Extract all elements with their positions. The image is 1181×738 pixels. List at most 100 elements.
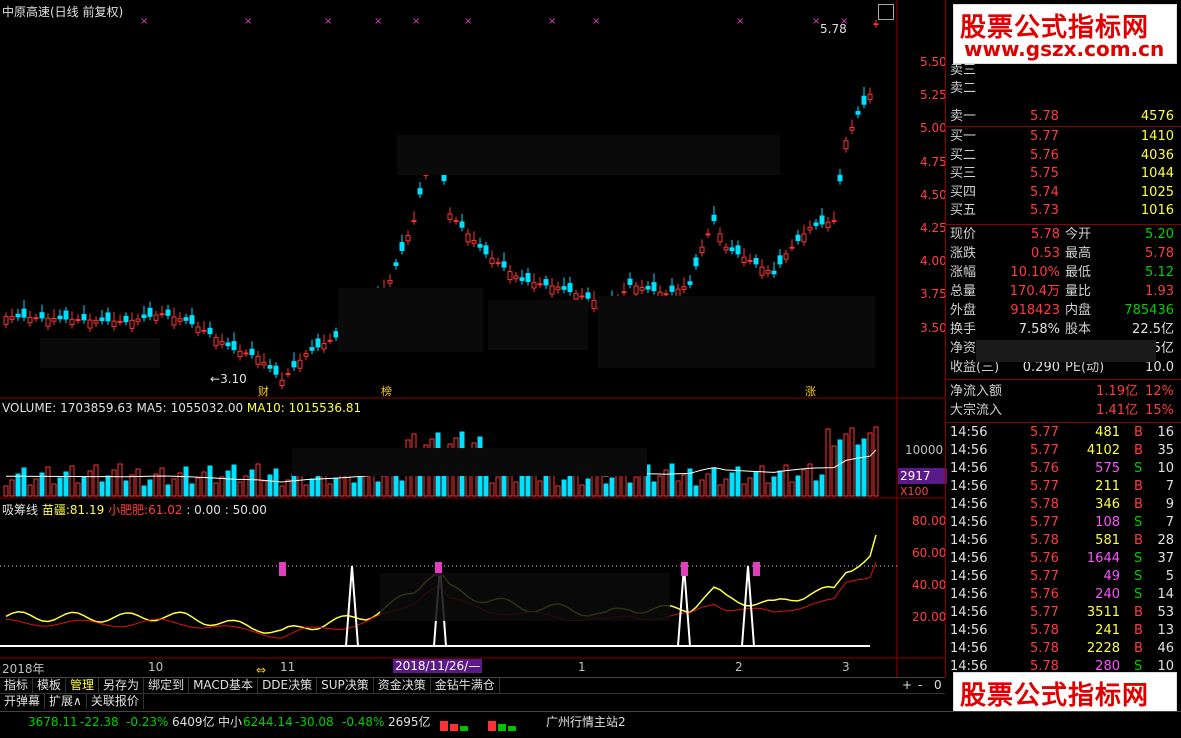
volume-value: 1703859.63	[60, 401, 133, 415]
bid-row[interactable]: 买二 5.76 4036	[950, 147, 1178, 165]
tick-row: 14:56 5.77 481 B 16	[950, 424, 1178, 442]
candle-body	[267, 365, 273, 369]
event-marker-finance[interactable]: 财	[258, 383, 269, 399]
tick-price: 5.77	[1030, 569, 1059, 584]
tick-row: 14:56 5.76 240 S 14	[950, 586, 1178, 604]
candle-body	[93, 319, 99, 324]
redaction-block	[598, 296, 875, 368]
tool-fund[interactable]: 资金决策	[374, 678, 431, 693]
scroll-handle-icon[interactable]: ⇔	[256, 663, 266, 677]
ask-row[interactable]: 卖二	[950, 80, 1178, 98]
candle-body	[753, 258, 759, 265]
zoom-out-button[interactable]: -	[918, 678, 922, 692]
tick-volume: 346	[1095, 497, 1120, 512]
price-axis-label: 4.00	[920, 254, 947, 269]
sz-index-name: 中小	[218, 715, 243, 729]
bid-row[interactable]: 买一 5.77 1410	[950, 128, 1178, 146]
candle-body	[45, 317, 51, 327]
volume-bar	[375, 481, 381, 497]
volume-bar	[519, 475, 525, 497]
volume-bar	[57, 477, 63, 497]
quote-panel[interactable]: 卖三 卖二卖一 5.78 4576 买一 5.77 1410 买二 5.76 4036 买三 5.7…	[945, 0, 1181, 677]
volume-bar	[819, 474, 825, 497]
bid-row[interactable]: 买四 5.74 1025	[950, 184, 1178, 202]
volume-bar	[765, 482, 771, 497]
indicator-name[interactable]: 吸筹线	[2, 503, 38, 517]
related-quote-button[interactable]: 关联报价	[87, 694, 144, 709]
zoom-in-button[interactable]: +	[902, 678, 912, 692]
volume-bar	[141, 485, 147, 497]
server-name[interactable]: 广州行情主站2	[546, 712, 626, 733]
tick-time: 14:56	[950, 551, 988, 566]
volume-bar	[717, 484, 723, 497]
volume-bar	[567, 473, 573, 497]
candle-body	[825, 221, 831, 229]
candle-body	[159, 313, 165, 316]
volume-bar	[705, 473, 711, 497]
tool-indicator[interactable]: 指标	[0, 678, 34, 693]
candle-body	[3, 315, 9, 325]
chart-settings-box-icon[interactable]	[878, 4, 894, 20]
tick-row: 14:56 5.76 1644 S 37	[950, 550, 1178, 568]
tick-price: 5.76	[1030, 587, 1059, 602]
danmaku-toggle[interactable]: 开弹幕	[0, 694, 46, 709]
candle-body	[663, 293, 669, 296]
volume-bar	[783, 464, 789, 497]
bid-row[interactable]: 买五 5.73 1016	[950, 202, 1178, 220]
candle-body	[405, 235, 411, 242]
tick-side: S	[1134, 551, 1143, 566]
event-marker-list[interactable]: 榜	[381, 383, 392, 399]
candle-body	[87, 319, 93, 329]
candle-body	[465, 233, 471, 243]
chart-area[interactable]: × × × × × × × × × × × 中原高速(日线 前复权) 5.78 ←3.10 5.50…	[0, 0, 947, 677]
volume-bar	[153, 473, 159, 497]
volume-bar	[723, 478, 729, 497]
candle-body	[849, 127, 855, 131]
tool-bind-to[interactable]: 绑定到	[144, 678, 190, 693]
tool-sup[interactable]: SUP决策	[317, 678, 374, 693]
tick-row: 14:56 5.78 581 B 28	[950, 532, 1178, 550]
tick-row: 14:56 5.78 241 B 13	[950, 622, 1178, 640]
tick-price: 5.78	[1030, 533, 1059, 548]
volume-bar	[21, 467, 27, 497]
sz-index-change: -30.08	[295, 715, 334, 729]
event-marker-limitup[interactable]: 涨	[805, 383, 816, 399]
tick-price: 5.76	[1030, 461, 1059, 476]
candle-body	[561, 286, 567, 290]
volume-bar	[603, 483, 609, 497]
tool-macd[interactable]: MACD基本	[189, 678, 259, 693]
expand-button[interactable]: 扩展∧	[45, 694, 87, 709]
volume-bar	[99, 481, 105, 497]
volume-bar	[69, 465, 75, 497]
tool-dde[interactable]: DDE决策	[258, 678, 318, 693]
tool-golden[interactable]: 金钻牛满仓	[431, 678, 500, 693]
tool-manage[interactable]: 管理	[66, 678, 100, 693]
tick-price: 5.78	[1030, 641, 1059, 656]
ask-row[interactable]: 卖一 5.78 4576	[950, 108, 1178, 126]
volume-bar	[75, 482, 81, 497]
bid-price: 5.73	[1030, 203, 1059, 218]
candle-body	[63, 310, 69, 320]
top-signal-marker: ×	[592, 16, 600, 27]
candle-body	[639, 287, 645, 291]
tick-volume: 4102	[1086, 443, 1120, 458]
tick-price: 5.76	[1030, 551, 1059, 566]
volume-unit: X100	[900, 485, 929, 498]
volume-bar	[789, 481, 795, 497]
tick-time: 14:56	[950, 425, 988, 440]
tool-save-as[interactable]: 另存为	[99, 678, 145, 693]
candle-body	[585, 292, 591, 299]
candle-body	[861, 95, 867, 105]
time-cursor-label: 2018/11/26/—	[393, 659, 483, 673]
tool-template[interactable]: 模板	[33, 678, 67, 693]
volume-prefix: VOLUME:	[2, 401, 57, 415]
stat-value: 5.78	[1145, 246, 1174, 261]
ask-label: 卖一	[950, 109, 977, 124]
ask-row[interactable]: 卖三	[950, 62, 1178, 80]
bid-row[interactable]: 买三 5.75 1044	[950, 165, 1178, 183]
volume-bar	[171, 478, 177, 497]
tick-time: 14:56	[950, 515, 988, 530]
indicator-a-label: 苗疆:	[41, 503, 70, 517]
reset-button[interactable]: 0	[934, 678, 942, 692]
candle-body	[645, 285, 651, 290]
